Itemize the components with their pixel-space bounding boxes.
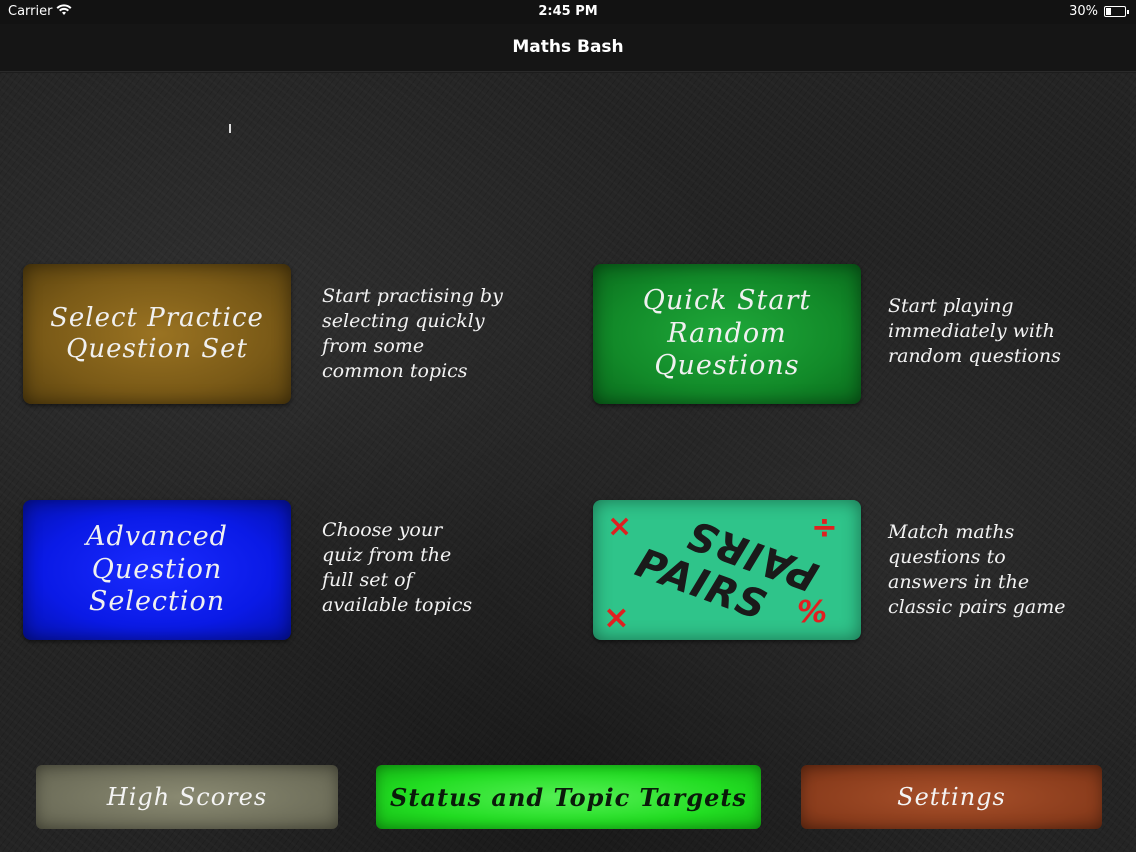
practice-description: Start practising by selecting quickly fr…	[322, 285, 503, 382]
settings-button[interactable]: Settings	[801, 765, 1102, 829]
advanced-description: Choose your quiz from the full set of av…	[322, 519, 473, 616]
percent-symbol: %	[797, 595, 828, 630]
select-practice-question-set-button[interactable]: Select Practice Question Set	[23, 264, 291, 404]
navigation-bar: Maths Bash	[0, 24, 1136, 72]
battery-percent: 30%	[1069, 4, 1098, 19]
advanced-question-selection-button[interactable]: Advanced Question Selection	[23, 500, 291, 640]
multiply-symbol-top: ×	[607, 509, 633, 544]
quick-start-button-label: Quick Start Random Questions	[642, 285, 812, 382]
advanced-button-label: Advanced Question Selection	[86, 521, 228, 618]
chalk-mark	[229, 124, 231, 133]
quick-start-random-questions-button[interactable]: Quick Start Random Questions	[593, 264, 861, 404]
chalkboard-background	[0, 73, 1136, 852]
status-targets-label: Status and Topic Targets	[390, 782, 747, 812]
multiply-symbol-bottom: ×	[603, 598, 631, 636]
pairs-description: Match maths questions to answers in the …	[888, 521, 1066, 618]
page-title: Maths Bash	[512, 37, 624, 57]
practice-button-label: Select Practice Question Set	[50, 302, 264, 364]
pairs-game-button[interactable]: × ÷ × % PAIRS PAIRS	[593, 500, 861, 640]
settings-label: Settings	[897, 783, 1006, 811]
divide-symbol: ÷	[811, 508, 839, 546]
quick-start-description: Start playing immediately with random qu…	[888, 295, 1061, 367]
high-scores-label: High Scores	[106, 783, 268, 811]
pairs-logo-icon: × ÷ × % PAIRS PAIRS	[603, 508, 839, 636]
high-scores-button[interactable]: High Scores	[36, 765, 338, 829]
clock: 2:45 PM	[538, 4, 598, 19]
battery-icon	[1104, 6, 1129, 17]
status-and-topic-targets-button[interactable]: Status and Topic Targets	[376, 765, 761, 829]
status-bar: Carrier 2:45 PM 30%	[0, 0, 1136, 24]
